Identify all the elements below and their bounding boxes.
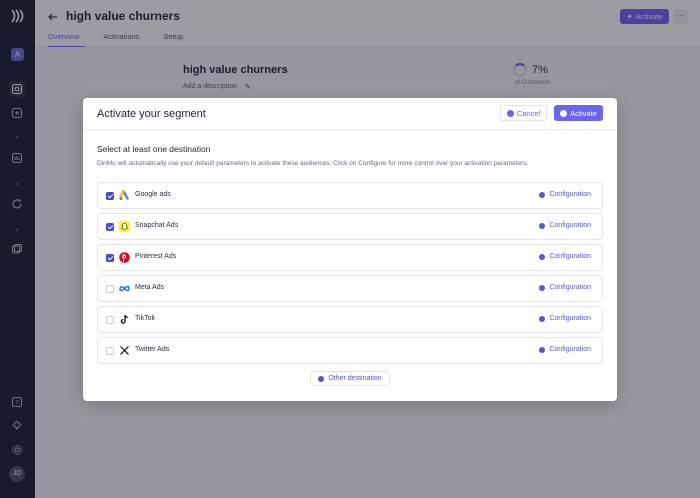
destination-row[interactable]: Twitter Ads Configuration [97, 337, 603, 365]
destination-checkbox[interactable] [106, 347, 114, 356]
configuration-link[interactable]: Configuration [539, 284, 591, 291]
configuration-icon [539, 346, 546, 353]
section-title: Select at least one destination [97, 144, 211, 154]
configuration-icon [539, 222, 546, 229]
cancel-label: Cancel [516, 108, 541, 118]
destination-checkbox[interactable] [106, 192, 114, 200]
configuration-label: Configuration [549, 284, 591, 292]
destination-name: Google ads [135, 191, 171, 198]
destination-name: Pinterest Ads [135, 253, 177, 261]
configuration-label: Configuration [549, 222, 591, 230]
destination-checkbox[interactable] [106, 223, 114, 232]
configuration-link[interactable]: Configuration [539, 315, 591, 322]
configuration-label: Configuration [549, 315, 591, 323]
modal-title: Activate your segment [97, 108, 206, 120]
destination-row[interactable]: Meta Ads Configuration [97, 275, 603, 303]
destination-name: Twitter Ads [135, 346, 170, 354]
destination-checkbox[interactable] [106, 285, 114, 294]
other-destination-button[interactable]: Other destination [310, 371, 390, 386]
check-circle-icon [560, 109, 568, 117]
configuration-link[interactable]: Configuration [539, 346, 591, 353]
configuration-label: Configuration [549, 346, 591, 354]
configuration-icon [539, 315, 546, 322]
destination-name: Meta Ads [135, 284, 165, 292]
activate-segment-modal: Activate your segment Cancel Activate Se… [83, 98, 617, 401]
destination-row[interactable]: Google ads Configuration [97, 182, 603, 209]
configuration-link[interactable]: Configuration [539, 222, 591, 229]
meta-icon [119, 283, 130, 294]
destination-list: Google ads Configuration Snapchat Ads Co… [97, 182, 603, 369]
destination-name: TikTok [135, 315, 155, 323]
add-icon [318, 375, 325, 382]
destination-name: Snapchat Ads [135, 222, 179, 230]
destination-checkbox[interactable] [106, 254, 114, 263]
section-description: DinMo will automatically use your defaul… [97, 160, 529, 167]
destination-checkbox[interactable] [106, 316, 114, 325]
destination-row[interactable]: Pinterest Ads Configuration [97, 244, 603, 272]
destination-row[interactable]: Snapchat Ads Configuration [97, 213, 603, 241]
pinterest-icon [119, 252, 130, 263]
cancel-button[interactable]: Cancel [500, 105, 547, 121]
configuration-link[interactable]: Configuration [539, 253, 591, 260]
cancel-icon [506, 109, 514, 117]
destination-row[interactable]: TikTok Configuration [97, 306, 603, 334]
activate-button[interactable]: Activate [554, 105, 603, 121]
modal-header: Activate your segment Cancel Activate [83, 98, 617, 130]
activate-label: Activate [570, 108, 597, 118]
tiktok-icon [119, 314, 130, 325]
x-icon [119, 345, 130, 356]
configuration-icon [539, 253, 546, 260]
configuration-link[interactable]: Configuration [539, 191, 591, 198]
configuration-icon [539, 284, 546, 291]
google-ads-icon [119, 190, 130, 201]
configuration-label: Configuration [549, 253, 591, 261]
other-destination-label: Other destination [328, 375, 382, 382]
configuration-label: Configuration [549, 191, 591, 198]
snapchat-icon [119, 221, 130, 233]
configuration-icon [539, 191, 546, 198]
